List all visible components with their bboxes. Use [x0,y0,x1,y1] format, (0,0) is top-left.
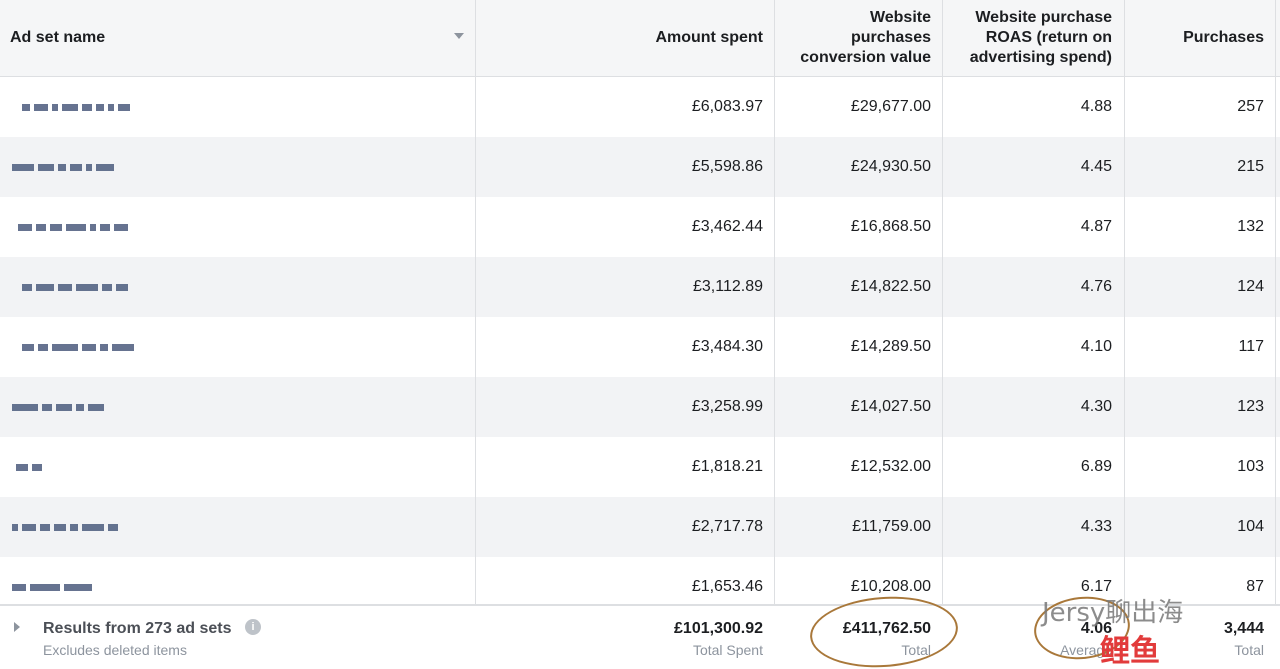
column-divider[interactable] [774,0,775,669]
roas-cell: 4.45 [1080,158,1112,175]
purchases-cell: 123 [1237,398,1264,415]
conversion-value-cell: £12,532.00 [850,458,931,475]
header-roas-line1: Website purchase [975,9,1112,26]
roas-cell: 4.87 [1080,218,1112,235]
header-ad-set-name-label: Ad set name [10,29,106,46]
watermark: Jersy聊出海 鲤鱼 [990,592,1270,669]
roas-cell: 4.76 [1080,278,1112,295]
table-row[interactable]: £1,818.21 £12,532.00 6.89 103 [0,437,1280,497]
total-spent-label: Total Spent [692,641,763,658]
purchases-cell: 117 [1238,338,1264,355]
chevron-right-icon[interactable] [14,622,20,632]
roas-cell: 6.89 [1080,458,1112,475]
redacted-ad-set-name [18,197,132,257]
conversion-value-cell: £29,677.00 [850,98,931,115]
results-summary-label[interactable]: Results from 273 ad sets Excludes delete… [43,606,463,669]
table-row[interactable]: £3,258.99 £14,027.50 4.30 123 [0,377,1280,437]
watermark-logo-text: 鲤鱼 [1100,634,1160,669]
redacted-ad-set-name [16,437,46,497]
info-icon[interactable]: i [245,619,261,635]
roas-cell: 4.10 [1080,338,1112,355]
redacted-ad-set-name [22,77,134,137]
purchases-cell: 103 [1237,458,1264,475]
table-row[interactable]: £3,112.89 £14,822.50 4.76 124 [0,257,1280,317]
header-conversion-value-line1: Website [869,9,931,26]
total-spent-value: £101,300.92 [674,619,763,637]
table-row[interactable]: £2,717.78 £11,759.00 4.33 104 [0,497,1280,557]
header-purchases-label: Purchases [1183,29,1264,46]
conversion-value-cell: £14,822.50 [850,278,931,295]
conversion-value-cell: £16,868.50 [850,218,931,235]
header-conversion-value-line3: conversion value [800,49,931,66]
amount-spent-cell: £3,462.44 [691,218,763,235]
amount-spent-cell: £3,112.89 [693,278,763,295]
roas-cell: 4.33 [1080,518,1112,535]
header-ad-set-name[interactable]: Ad set name [10,0,450,76]
excludes-deleted-text: Excludes deleted items [43,641,187,658]
column-divider [1275,0,1276,669]
conversion-value-cell: £11,759.00 [852,518,931,535]
roas-cell: 4.88 [1080,98,1112,115]
header-amount-spent[interactable]: Amount spent [480,0,763,76]
conversion-value-cell: £14,289.50 [850,338,931,355]
amount-spent-cell: £6,083.97 [691,98,763,115]
header-roas-line2: ROAS (return on [985,29,1112,46]
table-row[interactable]: £5,598.86 £24,930.50 4.45 215 [0,137,1280,197]
purchases-cell: 124 [1237,278,1264,295]
purchases-cell: 132 [1237,218,1264,235]
header-amount-spent-label: Amount spent [655,29,763,46]
total-spent-cell: £101,300.92 Total Spent [480,606,763,669]
redacted-ad-set-name [12,137,118,197]
purchases-cell: 104 [1237,518,1264,535]
amount-spent-cell: £2,717.78 [691,518,763,535]
conversion-value-cell: £14,027.50 [850,398,931,415]
redacted-ad-set-name [22,257,132,317]
redacted-ad-set-name [12,377,108,437]
header-roas[interactable]: Website purchase ROAS (return on adverti… [946,0,1112,76]
column-divider[interactable] [1124,0,1125,669]
amount-spent-cell: £1,818.21 [691,458,763,475]
table-row[interactable]: £3,484.30 £14,289.50 4.10 117 [0,317,1280,377]
column-divider[interactable] [942,0,943,669]
header-roas-line3: advertising spend) [969,49,1112,66]
chevron-down-icon[interactable] [454,33,464,39]
watermark-text: Jersy聊出海 [1042,598,1184,628]
redacted-ad-set-name [22,317,138,377]
redacted-ad-set-name [12,497,122,557]
amount-spent-cell: £3,258.99 [691,398,763,415]
roas-cell: 4.30 [1080,398,1112,415]
table-row[interactable]: £3,462.44 £16,868.50 4.87 132 [0,197,1280,257]
header-conversion-value[interactable]: Website purchases conversion value [780,0,931,76]
header-conversion-value-line2: purchases [850,29,931,46]
amount-spent-cell: £3,484.30 [691,338,763,355]
purchases-cell: 257 [1237,98,1264,115]
amount-spent-cell: £5,598.86 [691,158,763,175]
ads-results-table: Ad set name Amount spent Website purchas… [0,0,1280,669]
conversion-value-cell: £24,930.50 [850,158,931,175]
purchases-cell: 215 [1237,158,1264,175]
header-purchases[interactable]: Purchases [1128,0,1264,76]
table-row[interactable]: £6,083.97 £29,677.00 4.88 257 [0,77,1280,137]
table-header: Ad set name Amount spent Website purchas… [0,0,1280,77]
column-divider[interactable] [475,0,476,669]
